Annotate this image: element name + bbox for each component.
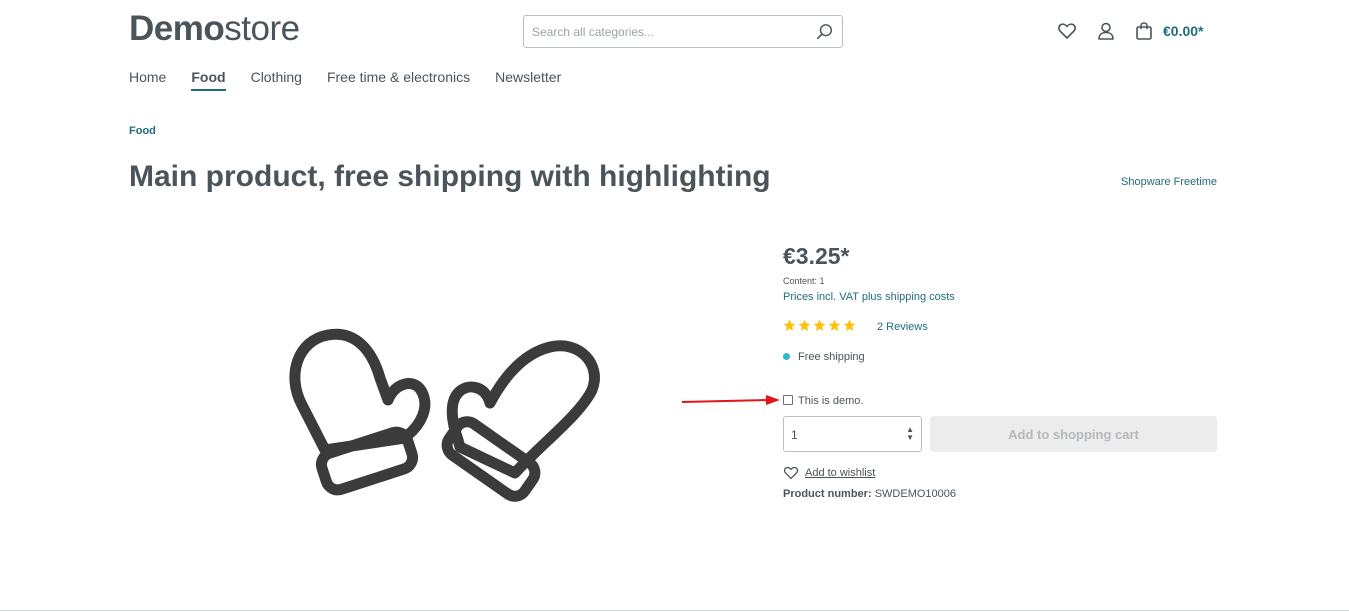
breadcrumb[interactable]: Food xyxy=(129,125,156,137)
select-arrows-icon: ▲ ▼ xyxy=(906,425,914,442)
bag-icon[interactable] xyxy=(1134,21,1154,41)
store-logo[interactable]: Demostore xyxy=(129,11,300,46)
footer-divider xyxy=(0,610,1349,611)
search-box xyxy=(523,15,843,48)
nav-item-newsletter[interactable]: Newsletter xyxy=(495,69,561,91)
star-icon xyxy=(828,319,841,332)
nav-item-home[interactable]: Home xyxy=(129,69,166,91)
product-title: Main product, free shipping with highlig… xyxy=(129,160,771,193)
nav-item-free-time-electronics[interactable]: Free time & electronics xyxy=(327,69,470,91)
reviews-link[interactable]: 2 Reviews xyxy=(877,321,928,333)
heart-icon[interactable] xyxy=(1057,21,1077,41)
tax-shipping-link[interactable]: Prices incl. VAT plus shipping costs xyxy=(783,291,955,303)
add-to-wishlist-link[interactable]: Add to wishlist xyxy=(805,467,875,479)
main-navigation: Home Food Clothing Free time & electroni… xyxy=(129,69,586,91)
shipping-status: Free shipping xyxy=(798,351,865,363)
user-icon[interactable] xyxy=(1096,21,1116,41)
manufacturer-link[interactable]: Shopware Freetime xyxy=(1121,176,1217,188)
product-number-label: Product number: xyxy=(783,488,872,500)
product-number-value: SWDEMO10006 xyxy=(874,488,956,500)
mittens-icon xyxy=(289,328,600,502)
rating-stars[interactable] xyxy=(783,319,858,332)
star-icon xyxy=(843,319,856,332)
logo-light: store xyxy=(224,9,300,48)
product-content: Content: 1 xyxy=(783,276,825,286)
star-icon xyxy=(798,319,811,332)
quantity-value: 1 xyxy=(791,428,798,442)
product-number: Product number: SWDEMO10006 xyxy=(783,488,956,500)
nav-item-food[interactable]: Food xyxy=(191,69,226,91)
quantity-select[interactable]: 1 ▲ ▼ xyxy=(783,416,922,452)
heart-icon[interactable] xyxy=(783,466,799,480)
star-icon xyxy=(813,319,826,332)
cart-total[interactable]: €0.00* xyxy=(1163,23,1203,39)
demo-checkbox-label: This is demo. xyxy=(798,395,864,407)
nav-item-clothing[interactable]: Clothing xyxy=(251,69,302,91)
demo-checkbox[interactable] xyxy=(783,395,793,405)
search-icon[interactable] xyxy=(816,23,834,41)
search-input[interactable] xyxy=(524,16,794,47)
logo-bold: Demo xyxy=(129,9,225,48)
add-to-cart-button[interactable]: Add to shopping cart xyxy=(930,416,1217,452)
product-price: €3.25* xyxy=(783,243,850,269)
arrow-annotation-icon xyxy=(681,395,780,405)
shipping-status-dot xyxy=(783,353,790,360)
star-icon xyxy=(783,319,796,332)
